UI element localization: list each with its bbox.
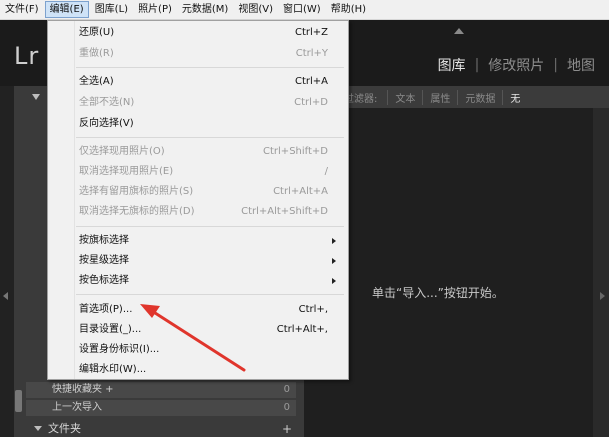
folders-label: 文件夹 — [48, 422, 81, 435]
menu-view[interactable]: 视图(V) — [233, 1, 278, 18]
module-separator: | — [553, 57, 558, 73]
menu-item-label: 编辑水印(W)... — [79, 364, 147, 375]
menu-item-shortcut: Ctrl+, — [298, 304, 328, 315]
panel-collapse-icon[interactable] — [32, 94, 40, 100]
menu-item-shortcut: Ctrl+A — [294, 76, 328, 87]
menu-item-shortcut: Ctrl+Alt+Shift+D — [241, 206, 328, 217]
filter-metadata[interactable]: 元数据 — [457, 89, 502, 105]
catalog-row-label: 快捷收藏夹 + — [52, 384, 114, 395]
menu-item-edit-watermarks[interactable]: 编辑水印(W)... — [48, 360, 348, 380]
filter-text[interactable]: 文本 — [387, 89, 422, 105]
collapse-top-panel-icon[interactable] — [454, 28, 464, 34]
module-library[interactable]: 图库 — [438, 55, 466, 75]
menu-item-identity-plate[interactable]: 设置身份标识(I)... — [48, 340, 348, 360]
submenu-arrow-icon — [332, 238, 336, 244]
menu-item-select-by-flag[interactable]: 按旗标选择 — [48, 231, 348, 251]
submenu-arrow-icon — [332, 258, 336, 264]
menu-item-select-by-rating[interactable]: 按星级选择 — [48, 251, 348, 271]
catalog-row-quick-collection[interactable]: 快捷收藏夹 + 0 — [26, 382, 296, 398]
menu-item-shortcut: Ctrl+Y — [295, 48, 328, 59]
menu-bar: 文件(F) 编辑(E) 图库(L) 照片(P) 元数据(M) 视图(V) 窗口(… — [0, 0, 609, 20]
expand-triangle-icon — [34, 426, 42, 431]
menu-item-shortcut: Ctrl+Alt+, — [276, 324, 328, 335]
lightroom-logo: Lr — [14, 42, 40, 70]
left-panel-scrollbar[interactable] — [15, 390, 22, 412]
menu-item-label: 取消选择现用照片(E) — [79, 166, 174, 177]
menu-item-redo[interactable]: 重做(R) Ctrl+Y — [48, 44, 348, 64]
filter-none[interactable]: 无 — [502, 89, 527, 105]
menu-help[interactable]: 帮助(H) — [326, 1, 371, 18]
menu-item-label: 选择有留用旗标的照片(S) — [79, 186, 194, 197]
menu-photo[interactable]: 照片(P) — [133, 1, 177, 18]
menu-item-label: 设置身份标识(I)... — [79, 344, 160, 355]
menu-item-label: 仅选择现用照片(O) — [79, 146, 165, 157]
menu-item-label: 全部不选(N) — [79, 97, 135, 108]
module-picker: 图库 | 修改照片 | 地图 — [438, 55, 595, 75]
menu-library[interactable]: 图库(L) — [90, 1, 133, 18]
menu-separator — [76, 137, 344, 138]
menu-item-undo[interactable]: 还原(U) Ctrl+Z — [48, 23, 348, 43]
menu-item-label: 全选(A) — [79, 76, 114, 87]
expand-left-panel-icon[interactable] — [3, 292, 8, 300]
menu-file[interactable]: 文件(F) — [0, 1, 44, 18]
menu-metadata[interactable]: 元数据(M) — [177, 1, 233, 18]
menu-separator — [76, 226, 344, 227]
menu-item-select-by-color-label[interactable]: 按色标选择 — [48, 271, 348, 291]
menu-item-label: 首选项(P)... — [79, 304, 133, 315]
menu-item-deselect-active[interactable]: 取消选择现用照片(E) / — [48, 162, 348, 182]
folders-panel-header[interactable]: 文件夹 + — [26, 421, 300, 437]
menu-item-select-flagged[interactable]: 选择有留用旗标的照片(S) Ctrl+Alt+A — [48, 182, 348, 202]
menu-edit[interactable]: 编辑(E) — [44, 1, 89, 18]
menu-item-invert-selection[interactable]: 反向选择(V) — [48, 114, 348, 134]
menu-item-deselect-unflagged[interactable]: 取消选择无旗标的照片(D) Ctrl+Alt+Shift+D — [48, 202, 348, 222]
menu-separator — [76, 67, 344, 68]
menu-item-label: 还原(U) — [79, 27, 115, 38]
menu-item-select-none[interactable]: 全部不选(N) Ctrl+D — [48, 93, 348, 113]
edit-menu-dropdown: 还原(U) Ctrl+Z 重做(R) Ctrl+Y 全选(A) Ctrl+A 全… — [47, 20, 349, 380]
empty-grid-message: 单击“导入...”按钮开始。 — [372, 286, 504, 300]
filter-attribute[interactable]: 属性 — [422, 89, 457, 105]
menu-item-label: 重做(R) — [79, 48, 114, 59]
filter-label: 过滤器: — [344, 93, 378, 105]
module-map[interactable]: 地图 — [567, 55, 595, 75]
catalog-row-label: 上一次导入 — [52, 402, 102, 413]
menu-item-shortcut: / — [324, 166, 328, 177]
menu-item-label: 目录设置(_)... — [79, 324, 142, 335]
module-separator: | — [474, 57, 480, 73]
menu-item-label: 按星级选择 — [79, 255, 129, 266]
catalog-row-previous-import[interactable]: 上一次导入 0 — [26, 400, 296, 416]
menu-item-label: 反向选择(V) — [79, 118, 134, 129]
menu-separator — [76, 294, 344, 295]
catalog-row-count: 0 — [283, 402, 290, 413]
menu-item-label: 按旗标选择 — [79, 235, 129, 246]
library-filter-bar: 过滤器: 文本 属性 元数据 无 — [304, 86, 609, 108]
catalog-row-count: 0 — [283, 384, 290, 395]
expand-right-panel-icon[interactable] — [600, 292, 605, 300]
right-panel-edge — [593, 108, 609, 437]
menu-item-label: 按色标选择 — [79, 275, 129, 286]
module-develop[interactable]: 修改照片 — [488, 55, 544, 75]
add-folder-button[interactable]: + — [282, 421, 292, 437]
menu-item-select-all[interactable]: 全选(A) Ctrl+A — [48, 72, 348, 92]
menu-item-shortcut: Ctrl+D — [294, 97, 328, 108]
menu-item-shortcut: Ctrl+Alt+A — [273, 186, 328, 197]
left-panel-edge — [0, 86, 14, 437]
menu-item-preferences[interactable]: 首选项(P)... Ctrl+, — [48, 300, 348, 320]
menu-item-label: 取消选择无旗标的照片(D) — [79, 206, 195, 217]
menu-window[interactable]: 窗口(W) — [278, 1, 326, 18]
menu-item-shortcut: Ctrl+Shift+D — [263, 146, 328, 157]
menu-item-select-only-active[interactable]: 仅选择现用照片(O) Ctrl+Shift+D — [48, 142, 348, 162]
submenu-arrow-icon — [332, 278, 336, 284]
menu-item-shortcut: Ctrl+Z — [294, 27, 328, 38]
menu-item-catalog-settings[interactable]: 目录设置(_)... Ctrl+Alt+, — [48, 320, 348, 340]
